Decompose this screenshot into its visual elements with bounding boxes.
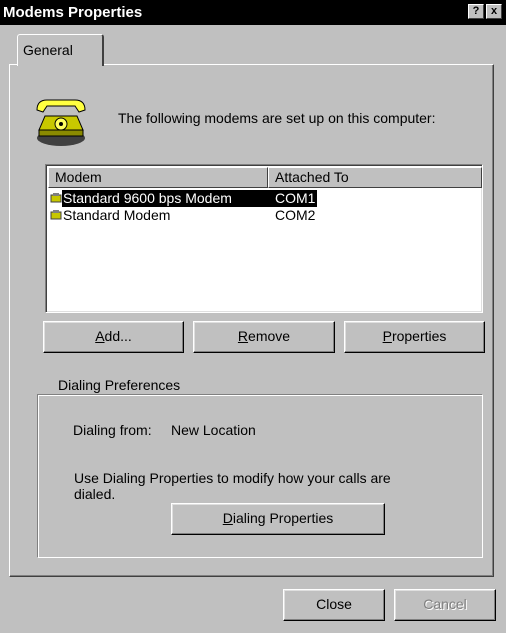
column-header-attached-to[interactable]: Attached To [268, 167, 482, 188]
column-header-modem[interactable]: Modem [48, 167, 268, 188]
list-item[interactable]: Standard 9600 bps Modem COM1 [50, 190, 478, 207]
modems-properties-dialog: Modems Properties ? x General The follow… [0, 0, 506, 633]
close-window-button[interactable]: x [486, 4, 502, 19]
dialing-from-label: Dialing from: [73, 422, 152, 438]
cancel-button[interactable]: Cancel [394, 589, 496, 621]
tab-general-label: General [23, 42, 73, 58]
modem-list[interactable]: Modem Attached To Standard 9600 bps Mode… [45, 164, 483, 313]
add-button-label-after: dd... [104, 328, 132, 344]
dialing-info-line2: dialed. [74, 486, 116, 502]
remove-button-label-after: emove [248, 328, 291, 344]
cancel-button-label: Cancel [423, 596, 467, 612]
remove-button[interactable]: Remove [193, 321, 335, 353]
add-button[interactable]: Add... [43, 321, 184, 353]
dialing-properties-button-mnemonic: D [222, 510, 233, 526]
attached-port: COM2 [275, 207, 316, 223]
tab-general[interactable]: General [17, 34, 104, 66]
window-title: Modems Properties [3, 4, 143, 21]
dialing-from-value: New Location [171, 422, 256, 438]
add-button-mnemonic: A [95, 328, 105, 344]
modem-icon [50, 193, 62, 203]
close-button-label: Close [316, 596, 352, 612]
modem-name: Standard 9600 bps Modem [62, 190, 272, 207]
modem-list-header: Modem Attached To [48, 167, 482, 188]
modem-icon [50, 210, 62, 220]
title-bar[interactable]: Modems Properties ? x [0, 0, 506, 25]
modem-name: Standard Modem [63, 207, 171, 223]
properties-button[interactable]: Properties [344, 321, 485, 353]
attached-port: COM1 [272, 190, 317, 207]
dialing-properties-button-label-after: ialing Properties [232, 510, 334, 526]
properties-button-mnemonic: P [382, 328, 392, 344]
telephone-icon [36, 99, 86, 146]
intro-text: The following modems are set up on this … [118, 110, 436, 126]
remove-button-mnemonic: R [237, 328, 249, 344]
dialing-preferences-label: Dialing Preferences [55, 377, 184, 393]
help-button[interactable]: ? [468, 4, 484, 19]
close-button[interactable]: Close [283, 589, 385, 621]
dialing-properties-button[interactable]: Dialing Properties [171, 503, 385, 535]
list-item[interactable]: Standard Modem COM2 [50, 207, 478, 224]
properties-button-label-after: roperties [391, 328, 447, 344]
dialing-info-line1: Use Dialing Properties to modify how you… [74, 470, 391, 486]
